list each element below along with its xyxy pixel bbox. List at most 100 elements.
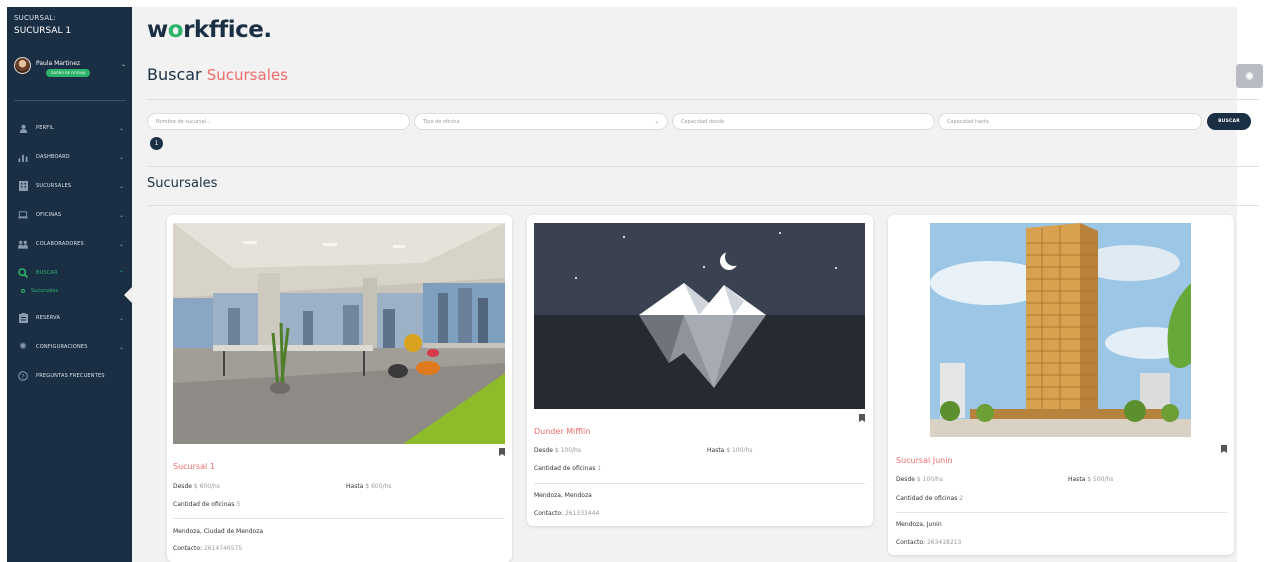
sidebar: SUCURSAL: SUCURSAL 1 Paula Martinez DUEÑ… bbox=[7, 7, 133, 562]
sidebar-item-label: CONFIGURACIONES bbox=[36, 344, 88, 350]
sidebar-item-label: SUCURSALES bbox=[36, 183, 72, 189]
sidebar-subitem-label: Sucursales bbox=[31, 288, 59, 294]
price-to-value: $ 500/hs bbox=[1087, 476, 1114, 483]
office-count-value: 2 bbox=[959, 495, 964, 502]
branch-contact: Contacto: 263418213 bbox=[896, 539, 961, 546]
bookmark-icon[interactable] bbox=[1221, 445, 1227, 455]
sidebar-divider bbox=[14, 100, 126, 101]
card-divider bbox=[534, 483, 865, 484]
capacity-to-input[interactable]: Capacidad hasta bbox=[938, 113, 1202, 130]
price-to-value: $ 600/hs bbox=[365, 483, 392, 490]
sidebar-item-colaboradores[interactable]: COLABORADORES ⌄ bbox=[7, 233, 132, 255]
price-from: Desde $ 100/hs bbox=[534, 447, 581, 454]
search-button[interactable]: BUSCAR bbox=[1207, 113, 1251, 130]
office-count-label: Cantidad de oficinas bbox=[534, 465, 596, 472]
sidebar-item-oficinas[interactable]: OFICINAS ⌄ bbox=[7, 204, 132, 226]
gear-icon: ✺ bbox=[1244, 69, 1255, 83]
contact-value: 2614746575 bbox=[203, 545, 243, 552]
branch-contact: Contacto: 2614746575 bbox=[173, 545, 242, 552]
sidebar-item-buscar[interactable]: BUSCAR ⌃ bbox=[7, 262, 132, 284]
branch-image bbox=[930, 223, 1191, 437]
price-to: Hasta $ 100/hs bbox=[707, 447, 752, 454]
page-title-accent: Sucursales bbox=[206, 66, 288, 84]
price-to-value: $ 100/hs bbox=[726, 447, 753, 454]
contact-label: Contacto: bbox=[173, 545, 203, 552]
branch-name[interactable]: Sucursal Junin bbox=[896, 456, 953, 465]
contact-label: Contacto: bbox=[896, 539, 926, 546]
bookmark-icon[interactable] bbox=[859, 414, 865, 424]
branch-name-input[interactable]: Nombre de sucursal... bbox=[147, 113, 410, 130]
office-type-placeholder: Tipo de oficina bbox=[423, 118, 460, 125]
page-title-main: Buscar bbox=[147, 65, 202, 84]
price-from-value: $ 600/hs bbox=[193, 483, 220, 490]
question-icon: ? bbox=[18, 371, 28, 381]
chevron-down-icon[interactable]: ⌄ bbox=[121, 61, 126, 68]
sidebar-item-label: PERFIL bbox=[36, 125, 54, 131]
branch-name: SUCURSAL 1 bbox=[14, 26, 72, 36]
sidebar-item-reserva[interactable]: RESERVA ⌄ bbox=[7, 307, 132, 329]
chevron-down-icon: ⌄ bbox=[118, 343, 124, 351]
branch-card[interactable]: Dunder Mifflin Desde $ 100/hs Hasta $ 10… bbox=[527, 215, 873, 526]
branch-location: Mendoza, Mendoza bbox=[534, 492, 592, 499]
sidebar-item-preguntas-frecuentes[interactable]: ? PREGUNTAS FRECUENTES bbox=[7, 365, 132, 387]
chevron-down-icon: ⌄ bbox=[118, 124, 124, 132]
sidebar-item-label: RESERVA bbox=[36, 315, 61, 321]
branch-card[interactable]: Sucursal 1 Desde $ 600/hs Hasta $ 600/hs… bbox=[167, 215, 512, 562]
chevron-down-icon: ⌄ bbox=[118, 240, 124, 248]
contact-value: 263418213 bbox=[926, 539, 962, 546]
capacity-from-placeholder: Capacidad desde bbox=[681, 118, 725, 125]
app-window: SUCURSAL: SUCURSAL 1 Paula Martinez DUEÑ… bbox=[7, 7, 1263, 562]
branch-location: Mendoza, Ciudad de Mendoza bbox=[173, 528, 264, 535]
branch-name-placeholder: Nombre de sucursal... bbox=[156, 118, 211, 125]
active-indicator bbox=[124, 286, 133, 304]
price-from-label: Desde bbox=[173, 483, 192, 490]
branch-name[interactable]: Sucursal 1 bbox=[173, 462, 215, 471]
section-title: Sucursales bbox=[147, 176, 218, 191]
office-count-value: 3 bbox=[236, 501, 241, 508]
results-count-badge: 1 bbox=[150, 137, 163, 150]
users-icon bbox=[18, 239, 28, 249]
brand-logo: workffice. bbox=[147, 17, 272, 43]
gear-icon: ✺ bbox=[19, 342, 27, 352]
branch-location: Mendoza, Junin bbox=[896, 521, 942, 528]
filters-divider bbox=[147, 166, 1259, 167]
branch-title: SUCURSAL: bbox=[14, 14, 56, 22]
branch-name[interactable]: Dunder Mifflin bbox=[534, 427, 590, 436]
branch-image bbox=[173, 223, 505, 444]
svg-text:?: ? bbox=[21, 372, 24, 380]
branch-contact: Contacto: 261333444 bbox=[534, 510, 599, 517]
sidebar-subitem-sucursales[interactable]: Sucursales bbox=[21, 288, 58, 294]
chevron-up-icon: ⌃ bbox=[118, 269, 124, 277]
branch-card[interactable]: Sucursal Junin Desde $ 100/hs Hasta $ 50… bbox=[888, 215, 1234, 555]
office-type-select[interactable]: Tipo de oficina ⌄ bbox=[414, 113, 668, 130]
capacity-from-input[interactable]: Capacidad desde bbox=[672, 113, 935, 130]
sidebar-item-label: PREGUNTAS FRECUENTES bbox=[36, 373, 105, 379]
branch-image-placeholder bbox=[534, 223, 865, 409]
chevron-down-icon: ⌄ bbox=[118, 211, 124, 219]
header-divider bbox=[147, 99, 1259, 100]
sidebar-item-label: OFICINAS bbox=[36, 212, 62, 218]
user-menu[interactable]: Paula Martinez DUEÑO DE OFICINA ⌄ bbox=[14, 57, 126, 87]
sidebar-item-configuraciones[interactable]: ✺ CONFIGURACIONES ⌄ bbox=[7, 336, 132, 358]
contact-label: Contacto: bbox=[534, 510, 564, 517]
sidebar-item-perfil[interactable]: PERFIL ⌄ bbox=[7, 117, 132, 139]
chevron-down-icon: ⌄ bbox=[118, 153, 124, 161]
sidebar-item-label: BUSCAR bbox=[36, 270, 58, 276]
card-divider bbox=[173, 518, 505, 519]
price-from-label: Desde bbox=[534, 447, 553, 454]
office-count-label: Cantidad de oficinas bbox=[896, 495, 958, 502]
bookmark-icon[interactable] bbox=[499, 448, 505, 458]
sidebar-item-sucursales[interactable]: SUCURSALES ⌄ bbox=[7, 175, 132, 197]
price-from-value: $ 100/hs bbox=[554, 447, 581, 454]
sidebar-item-dashboard[interactable]: DASHBOARD ⌄ bbox=[7, 146, 132, 168]
laptop-icon bbox=[18, 210, 28, 220]
contact-value: 261333444 bbox=[564, 510, 600, 517]
office-count: Cantidad de oficinas 3 bbox=[173, 501, 240, 508]
price-to: Hasta $ 500/hs bbox=[1068, 476, 1113, 483]
page-title: Buscar Sucursales bbox=[147, 65, 288, 84]
chevron-down-icon: ⌄ bbox=[118, 182, 124, 190]
sidebar-item-label: DASHBOARD bbox=[36, 154, 70, 160]
user-name: Paula Martinez bbox=[36, 60, 81, 67]
settings-button[interactable]: ✺ bbox=[1236, 64, 1263, 88]
price-from: Desde $ 100/hs bbox=[896, 476, 943, 483]
